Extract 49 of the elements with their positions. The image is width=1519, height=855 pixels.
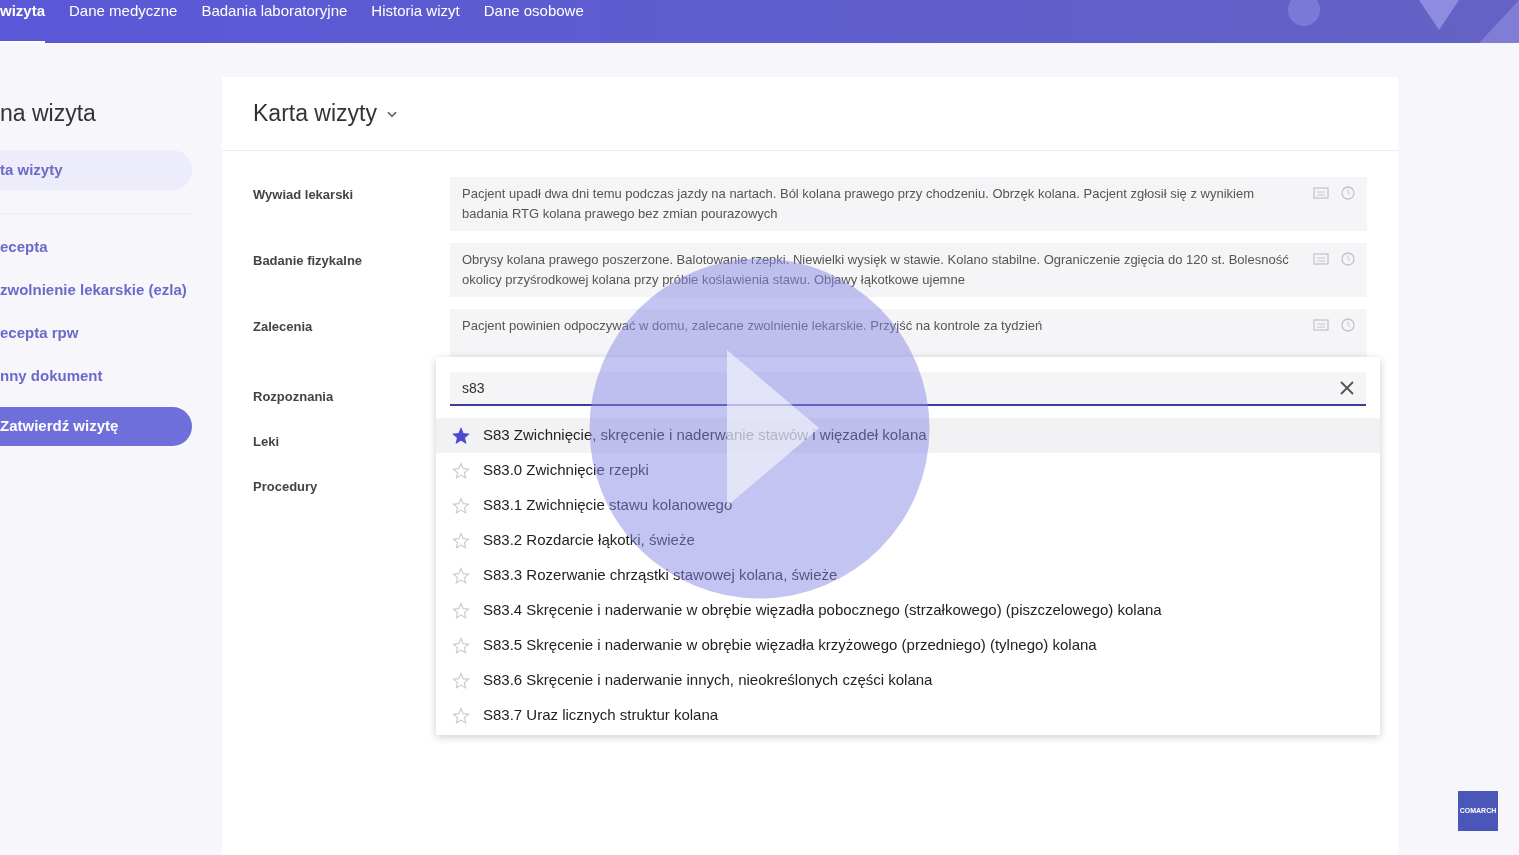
close-icon[interactable]	[1340, 381, 1354, 395]
field-value: Pacjent powinien odpoczywać w domu, zalecane zwolnienie lekarskie. Przyjść na kontrole za tydzień	[462, 317, 1044, 335]
document-link[interactable]: zwolnienie lekarskie (ezla)	[0, 279, 187, 301]
diagnosis-option[interactable]: S83.4 Skręcenie i naderwanie w obrębie więzadła pobocznego (strzałkowego) (piszczelowego) kolana	[436, 593, 1380, 628]
confirm-visit-button[interactable]: Zatwierdź wizytę	[0, 407, 192, 446]
option-label: S83.5 Skręcenie i naderwanie w obrębie więzadła krzyżowego (przedniego) (tylnego) kolana	[483, 635, 1097, 656]
option-label: S83.0 Zwichnięcie rzepki	[483, 460, 649, 481]
star-icon[interactable]	[452, 426, 470, 445]
option-label: S83.1 Zwichnięcie stawu kolanowego	[483, 495, 733, 516]
option-label: S83.3 Rozerwanie chrząstki stawowej kolana, świeże	[483, 565, 838, 586]
clock-icon[interactable]	[1341, 318, 1355, 332]
sidebar-item[interactable]: ta wizyty	[0, 150, 192, 190]
diagnosis-option[interactable]: S83.6 Skręcenie i naderwanie innych, nieokreślonych części kolana	[436, 663, 1380, 698]
note-icon[interactable]	[1313, 318, 1329, 332]
document-link[interactable]: ecepta rpw	[0, 322, 79, 344]
nav-tab[interactable]: wizyta	[0, 0, 45, 43]
field-value: Obrysy kolana prawego poszerzone. Balotowanie rzepki. Niewielki wysięk w stawie. Kolano stabilne. Ograniczenie zgięcia do 120 st. Bolesność okolicy przyśrodkowej kolana przy próbie koślawienia stawu. Objawy łąkotkowe ujemne	[462, 251, 1290, 289]
section-label: Leki	[253, 433, 279, 450]
nav-tab[interactable]: Dane osobowe	[483, 0, 584, 43]
section-label: Rozpoznania	[253, 388, 334, 405]
diagnosis-option[interactable]: S83.7 Uraz licznych struktur kolana	[436, 698, 1380, 733]
option-label: S83.4 Skręcenie i naderwanie w obrębie więzadła pobocznego (strzałkowego) (piszczelowego) kolana	[483, 600, 1162, 621]
option-label: S83.7 Uraz licznych struktur kolana	[483, 705, 719, 726]
field-value: Pacjent upadł dwa dni temu podczas jazdy na nartach. Ból kolana prawego przy chodzeniu. Obrzęk kolana. Pacjent zgłosił się z wynikiem badania RTG kolana prawego bez zmian pourazowych	[462, 185, 1255, 223]
text-field[interactable]	[450, 243, 1367, 297]
diagnosis-option[interactable]: S83.3 Rozerwanie chrząstki stawowej kolana, świeże	[436, 558, 1380, 593]
field-label: Badanie fizykalne	[252, 252, 364, 270]
option-label: S83.6 Skręcenie i naderwanie innych, nieokreślonych części kolana	[483, 670, 933, 691]
field-label: Wywiad lekarski	[252, 186, 355, 204]
option-label: S83 Zwichnięcie, skręcenie i naderwanie stawów i więzadeł kolana	[483, 425, 927, 446]
document-link[interactable]: nny dokument	[0, 365, 103, 387]
card-title: Karta wizyty	[253, 99, 377, 129]
sidebar-title: na wizyta	[0, 99, 97, 127]
field-label: Zalecenia	[252, 318, 314, 336]
nav-tab[interactable]: Badania laboratoryjne	[201, 0, 348, 43]
note-icon[interactable]	[1313, 186, 1329, 200]
note-icon[interactable]	[1313, 252, 1329, 266]
clock-icon[interactable]	[1341, 252, 1355, 266]
diagnosis-option[interactable]: S83 Zwichnięcie, skręcenie i naderwanie stawów i więzadeł kolana	[436, 418, 1380, 453]
option-label: S83.2 Rozdarcie łąkotki, świeże	[483, 530, 695, 551]
text-field[interactable]: Pacjent upadł dwa dni temu podczas jazdy na nartach. Ból kolana prawego przy chodzeniu. Obrzęk kolana. Pacjent zgłosił się z wynikiem badania RTG kolana prawego bez zmian pourazowych	[450, 177, 1367, 231]
document-link[interactable]: ecepta	[0, 236, 48, 258]
diagnosis-option[interactable]: S83.5 Skręcenie i naderwanie w obrębie więzadła krzyżowego (przedniego) (tylnego) kolana	[436, 628, 1380, 663]
nav-tab[interactable]: Historia wizyt	[371, 0, 460, 43]
search-field[interactable]: s83	[450, 372, 1366, 406]
search-input[interactable]: s83	[462, 377, 1340, 399]
nav-tab[interactable]: Dane medyczne	[69, 0, 178, 43]
clock-icon[interactable]	[1341, 186, 1355, 200]
section-label: Procedury	[253, 478, 318, 495]
